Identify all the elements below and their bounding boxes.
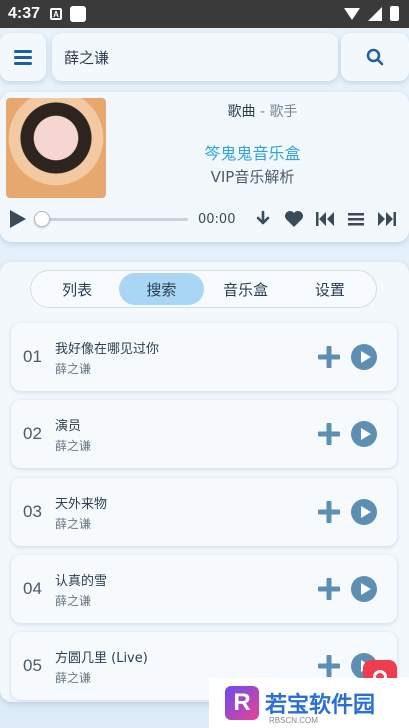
content-panel: 列表 搜索 音乐盒 设置 01 我好像在哪见过你 薛之谦 02 演员 薛之谦 0… bbox=[0, 262, 409, 702]
album-cover bbox=[6, 98, 106, 198]
app-subtitle: VIP音乐解析 bbox=[210, 168, 295, 186]
song-row[interactable]: 04 认真的雪 薛之谦 bbox=[11, 555, 397, 623]
watermark: R 若宝软件园 RBSCN.COM bbox=[209, 678, 409, 728]
search-input[interactable]: 薛之谦 bbox=[52, 33, 338, 81]
search-icon bbox=[366, 48, 384, 66]
tab-bar: 列表 搜索 音乐盒 设置 bbox=[30, 270, 377, 308]
separator: - bbox=[255, 104, 270, 120]
play-circle-icon[interactable] bbox=[351, 576, 377, 602]
artist-label: 歌手 bbox=[269, 104, 298, 120]
tab-search[interactable]: 搜索 bbox=[119, 273, 204, 305]
progress-thumb[interactable] bbox=[34, 210, 50, 227]
watermark-text: 若宝软件园 bbox=[265, 693, 376, 718]
wifi-icon bbox=[344, 7, 360, 20]
play-circle-icon[interactable] bbox=[351, 344, 377, 370]
hamburger-icon bbox=[14, 47, 32, 68]
download-icon[interactable] bbox=[247, 207, 278, 231]
add-icon[interactable] bbox=[317, 577, 341, 605]
player-controls: 00:00 bbox=[10, 207, 405, 231]
progress-slider[interactable] bbox=[34, 210, 188, 227]
song-row[interactable]: 02 演员 薛之谦 bbox=[11, 400, 397, 468]
song-title: 我好像在哪见过你 bbox=[55, 342, 160, 357]
add-icon[interactable] bbox=[317, 345, 341, 373]
song-row[interactable]: 03 天外来物 薛之谦 bbox=[11, 478, 397, 546]
previous-icon[interactable] bbox=[309, 207, 340, 231]
song-number: 03 bbox=[23, 502, 42, 521]
song-row[interactable]: 01 我好像在哪见过你 薛之谦 bbox=[11, 323, 397, 391]
watermark-logo: R bbox=[225, 686, 259, 720]
player-card: 歌曲 - 歌手 笒鬼鬼音乐盒 VIP音乐解析 00:00 bbox=[0, 92, 409, 242]
play-circle-icon[interactable] bbox=[351, 499, 377, 525]
song-title: 演员 bbox=[55, 419, 82, 434]
song-artist: 薛之谦 bbox=[55, 671, 92, 685]
play-circle-icon[interactable] bbox=[351, 421, 377, 447]
heart-icon[interactable] bbox=[278, 207, 309, 231]
notification-a-icon: A bbox=[50, 8, 63, 20]
song-title: 天外来物 bbox=[55, 497, 108, 512]
status-bar: 4:37 A bbox=[0, 0, 409, 28]
tab-settings[interactable]: 设置 bbox=[288, 273, 372, 305]
song-artist: 薛之谦 bbox=[55, 517, 92, 531]
status-time: 4:37 bbox=[8, 5, 41, 22]
watermark-subtext: RBSCN.COM bbox=[269, 716, 318, 725]
search-query: 薛之谦 bbox=[64, 48, 110, 67]
battery-icon bbox=[390, 6, 399, 21]
song-artist: 薛之谦 bbox=[55, 439, 92, 453]
play-icon[interactable] bbox=[10, 210, 26, 228]
tab-music-box[interactable]: 音乐盒 bbox=[204, 273, 288, 305]
signal-icon bbox=[368, 6, 382, 21]
current-time: 00:00 bbox=[198, 211, 236, 227]
song-number: 04 bbox=[23, 579, 42, 598]
add-icon[interactable] bbox=[317, 422, 341, 450]
song-label: 歌曲 bbox=[227, 104, 256, 120]
next-icon[interactable] bbox=[371, 207, 402, 231]
playlist-icon[interactable] bbox=[340, 207, 371, 231]
app-name: 笒鬼鬼音乐盒 bbox=[204, 144, 301, 163]
song-artist: 薛之谦 bbox=[55, 362, 92, 376]
tab-list[interactable]: 列表 bbox=[35, 273, 119, 305]
status-icons bbox=[344, 6, 399, 21]
song-artist: 薛之谦 bbox=[55, 594, 92, 608]
song-title: 方圆几里 (Live) bbox=[55, 651, 148, 666]
song-number: 02 bbox=[23, 424, 42, 443]
search-button[interactable] bbox=[341, 33, 409, 81]
song-artist-line: 歌曲 - 歌手 bbox=[120, 101, 405, 121]
song-number: 05 bbox=[23, 656, 42, 675]
song-title: 认真的雪 bbox=[55, 574, 108, 589]
notification-square-icon bbox=[70, 6, 87, 22]
song-number: 01 bbox=[23, 347, 42, 366]
add-icon[interactable] bbox=[317, 500, 341, 528]
menu-button[interactable] bbox=[0, 33, 46, 81]
